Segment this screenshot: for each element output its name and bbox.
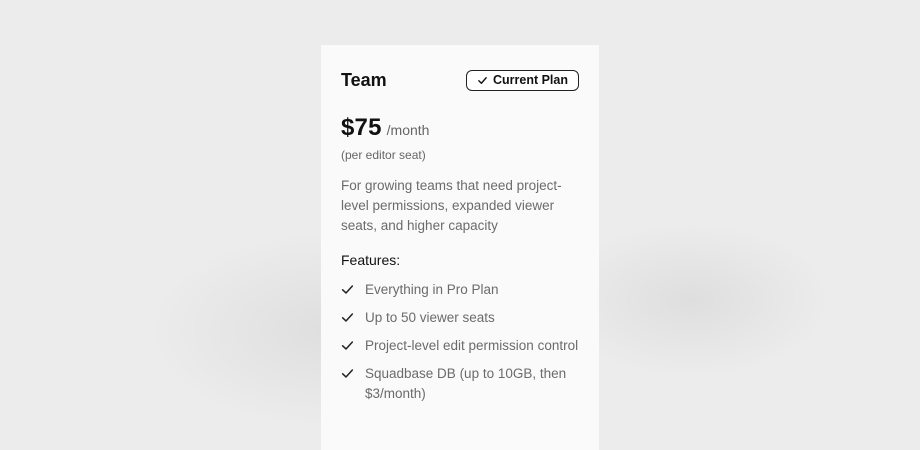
card-header: Team Current Plan: [341, 69, 579, 91]
pricing-card-team: Team Current Plan $75 /month (per editor…: [321, 45, 599, 450]
feature-label: Up to 50 viewer seats: [365, 310, 495, 325]
plan-name: Team: [341, 69, 387, 90]
feature-label: Project-level edit permission control: [365, 338, 579, 353]
feature-item: Project-level edit permission control: [341, 336, 579, 356]
current-plan-label: Current Plan: [492, 73, 568, 87]
seat-note: (per editor seat): [341, 148, 426, 162]
price-row: $75 /month: [341, 114, 579, 142]
feature-label: Everything in Pro Plan: [365, 282, 499, 297]
features-list: Everything in Pro Plan Up to 50 viewer s…: [341, 280, 579, 404]
check-icon: [341, 336, 355, 356]
feature-item: Up to 50 viewer seats: [341, 308, 579, 328]
check-icon: [477, 75, 488, 86]
plan-price: $75: [341, 114, 382, 141]
feature-label: Squadbase DB (up to 10GB, then $3/month): [365, 366, 567, 401]
current-plan-badge: Current Plan: [465, 69, 579, 91]
features-heading: Features:: [341, 252, 401, 268]
check-icon: [341, 364, 355, 384]
check-icon: [341, 308, 355, 328]
feature-item: Everything in Pro Plan: [341, 280, 579, 300]
feature-item: Squadbase DB (up to 10GB, then $3/month): [341, 364, 579, 404]
price-period: /month: [386, 122, 430, 138]
check-icon: [341, 280, 355, 300]
plan-description: For growing teams that need project-leve…: [341, 178, 562, 233]
